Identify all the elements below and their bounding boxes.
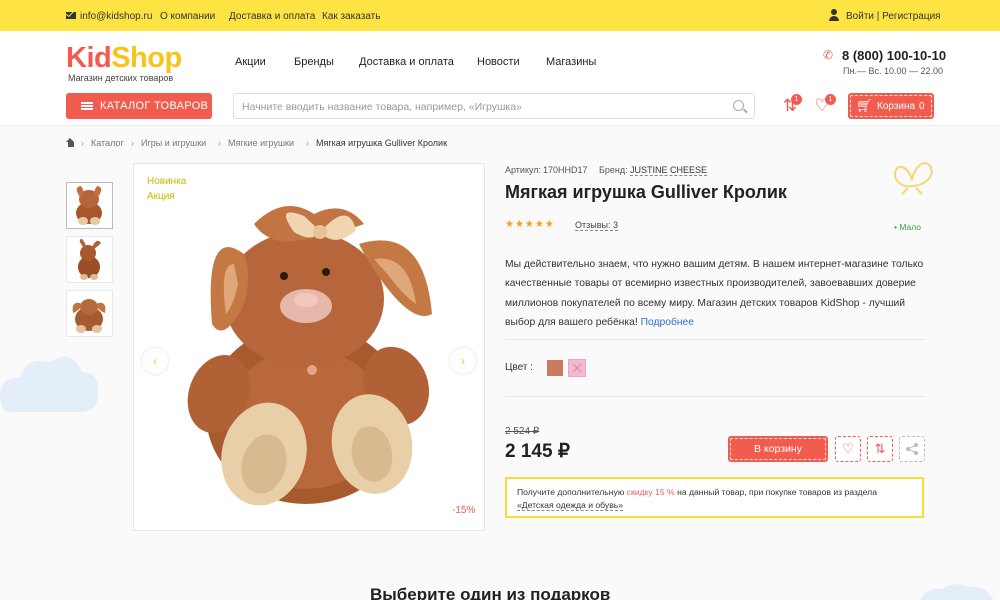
top-bar: info@kidshop.ru О компании Доставка и оп…: [0, 0, 1000, 31]
thumbnail-2[interactable]: [66, 236, 113, 283]
color-swatch-brown[interactable]: [547, 360, 563, 376]
unavailable-icon: [572, 363, 582, 373]
top-link-how-to-order[interactable]: Как заказать: [322, 11, 380, 22]
cart-count: 0: [919, 101, 925, 112]
cloud-decoration-2: [920, 584, 994, 600]
old-price: 2 524 ₽: [505, 426, 540, 437]
thumbnail-1[interactable]: [66, 182, 113, 229]
logo-subtitle: Магазин детских товаров: [68, 73, 174, 83]
promo-category-link[interactable]: «Детская одежда и обувь»: [517, 500, 624, 511]
article-value: 170HHD17: [543, 165, 588, 175]
discount-badge: -15%: [452, 505, 476, 516]
user-icon: [829, 9, 839, 21]
nav-delivery[interactable]: Доставка и оплата: [359, 56, 454, 68]
more-link[interactable]: Подробнее: [641, 317, 694, 328]
phone-number[interactable]: 8 (800) 100-10-10: [842, 48, 946, 63]
thumbnail-3[interactable]: [66, 290, 113, 337]
cloud-decoration: [0, 356, 99, 412]
butterfly-decoration: [894, 162, 933, 195]
breadcrumb-current: Мягкая игрушка Gulliver Кролик: [316, 138, 448, 148]
search-icon[interactable]: [733, 100, 744, 111]
color-swatch-pink[interactable]: [568, 359, 586, 377]
divider: [505, 339, 924, 340]
current-price: 2 145 ₽: [505, 441, 570, 462]
add-to-cart-button[interactable]: В корзину: [728, 436, 828, 462]
prev-image-button[interactable]: ‹: [142, 348, 168, 374]
login-link[interactable]: Войти | Регистрация: [846, 11, 941, 22]
nav-news[interactable]: Новости: [477, 56, 520, 68]
compare-icon[interactable]: ⇅: [867, 436, 893, 462]
promo-discount: скидку 15 %: [626, 487, 675, 497]
divider: [505, 396, 924, 397]
top-link-about[interactable]: О компании: [160, 11, 215, 22]
search-input[interactable]: [242, 99, 722, 115]
email-link[interactable]: info@kidshop.ru: [66, 11, 152, 22]
search-box: [233, 93, 755, 119]
share-icon[interactable]: [899, 436, 925, 462]
favorites-count-badge: 1: [825, 94, 836, 105]
logo[interactable]: KidShop: [66, 42, 182, 75]
stock-status: • Мало: [894, 222, 922, 232]
new-label: Новинка: [147, 176, 187, 187]
cart-button[interactable]: 🛒︎ Корзина 0: [848, 93, 934, 119]
article-label: Артикул:: [505, 165, 542, 175]
phone-icon: ✆: [823, 48, 834, 62]
breadcrumb-separator: ›: [81, 138, 84, 148]
work-hours: Пн.— Вс. 10.00 — 22.00: [843, 66, 943, 76]
gifts-heading: Выберите один из подарков: [370, 585, 611, 600]
product-image-frame: ‹ ›: [133, 163, 485, 531]
brand-link[interactable]: JUSTINE CHEESE: [630, 165, 708, 176]
breadcrumb-soft-toys[interactable]: Мягкие игрушки: [228, 138, 294, 148]
bunny-thumbnail-image: [72, 299, 106, 333]
promo-banner: Получите дополнительную скидку 15 % на д…: [505, 477, 924, 518]
compare-count-badge: 1: [791, 94, 802, 105]
mail-icon: [66, 12, 76, 19]
breadcrumb-separator: ›: [131, 138, 134, 148]
nav-promotions[interactable]: Акции: [235, 56, 266, 68]
breadcrumb-catalog[interactable]: Каталог: [91, 138, 124, 148]
reviews-link[interactable]: Отзывы: 3: [575, 220, 618, 231]
breadcrumb-separator: ›: [306, 138, 309, 148]
nav-brands[interactable]: Бренды: [294, 56, 334, 68]
sale-label: Акция: [147, 191, 175, 202]
product-image: [187, 206, 432, 506]
catalog-button[interactable]: КАТАЛОГ ТОВАРОВ: [66, 93, 212, 119]
bunny-thumbnail-image: [76, 186, 102, 225]
share-glyph: [906, 443, 918, 455]
brand-label: Бренд:: [599, 165, 628, 175]
menu-icon: [81, 102, 93, 110]
top-link-delivery[interactable]: Доставка и оплата: [229, 11, 315, 22]
home-icon[interactable]: [66, 138, 75, 147]
rating-stars: ★★★★★: [505, 219, 555, 230]
product-description: Мы действительно знаем, что нужно вашим …: [505, 259, 924, 328]
nav-stores[interactable]: Магазины: [546, 56, 596, 68]
product-title: Мягкая игрушка Gulliver Кролик: [505, 182, 787, 202]
color-label: Цвет :: [505, 362, 533, 373]
favorite-heart-icon[interactable]: ♡: [835, 436, 861, 462]
breadcrumb-separator: ›: [218, 138, 221, 148]
bunny-thumbnail-image: [78, 239, 101, 280]
next-image-button[interactable]: ›: [450, 348, 476, 374]
breadcrumb-toys[interactable]: Игры и игрушки: [141, 138, 206, 148]
cart-icon: 🛒︎: [856, 98, 873, 113]
